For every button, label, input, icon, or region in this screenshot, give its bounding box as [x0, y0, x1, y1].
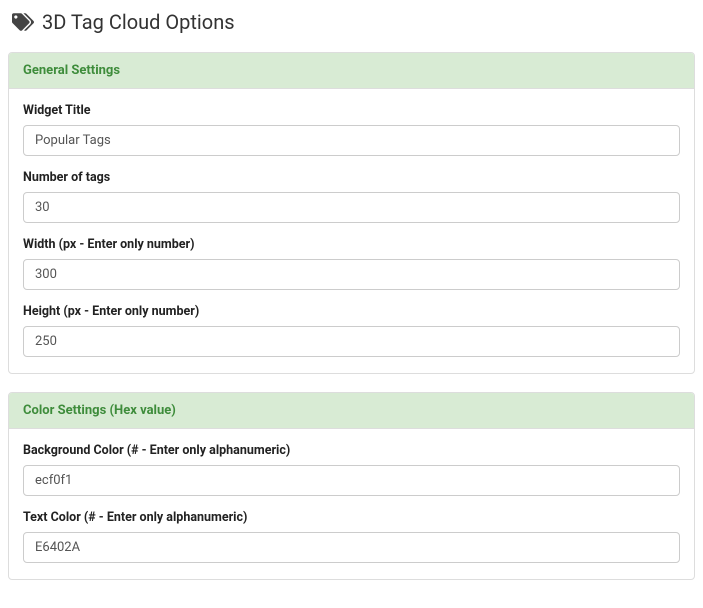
height-group: Height (px - Enter only number)	[23, 304, 680, 357]
widget-title-group: Widget Title	[23, 103, 680, 156]
color-settings-heading: Color Settings (Hex value)	[9, 393, 694, 429]
general-settings-body: Widget Title Number of tags Width (px - …	[9, 89, 694, 373]
number-of-tags-input[interactable]	[23, 192, 680, 223]
height-label: Height (px - Enter only number)	[23, 304, 680, 319]
text-color-label: Text Color (# - Enter only alphanumeric)	[23, 510, 680, 525]
text-color-input[interactable]	[23, 532, 680, 563]
tag-icon	[12, 11, 34, 33]
widget-title-label: Widget Title	[23, 103, 680, 118]
page-header: 3D Tag Cloud Options	[8, 10, 695, 34]
width-group: Width (px - Enter only number)	[23, 237, 680, 290]
text-color-group: Text Color (# - Enter only alphanumeric)	[23, 510, 680, 563]
background-color-input[interactable]	[23, 465, 680, 496]
number-of-tags-group: Number of tags	[23, 170, 680, 223]
height-input[interactable]	[23, 326, 680, 357]
background-color-group: Background Color (# - Enter only alphanu…	[23, 443, 680, 496]
general-settings-heading: General Settings	[9, 53, 694, 89]
width-label: Width (px - Enter only number)	[23, 237, 680, 252]
width-input[interactable]	[23, 259, 680, 290]
background-color-label: Background Color (# - Enter only alphanu…	[23, 443, 680, 458]
general-settings-panel: General Settings Widget Title Number of …	[8, 52, 695, 374]
number-of-tags-label: Number of tags	[23, 170, 680, 185]
color-settings-body: Background Color (# - Enter only alphanu…	[9, 429, 694, 579]
color-settings-panel: Color Settings (Hex value) Background Co…	[8, 392, 695, 580]
page-title: 3D Tag Cloud Options	[42, 10, 235, 34]
widget-title-input[interactable]	[23, 125, 680, 156]
